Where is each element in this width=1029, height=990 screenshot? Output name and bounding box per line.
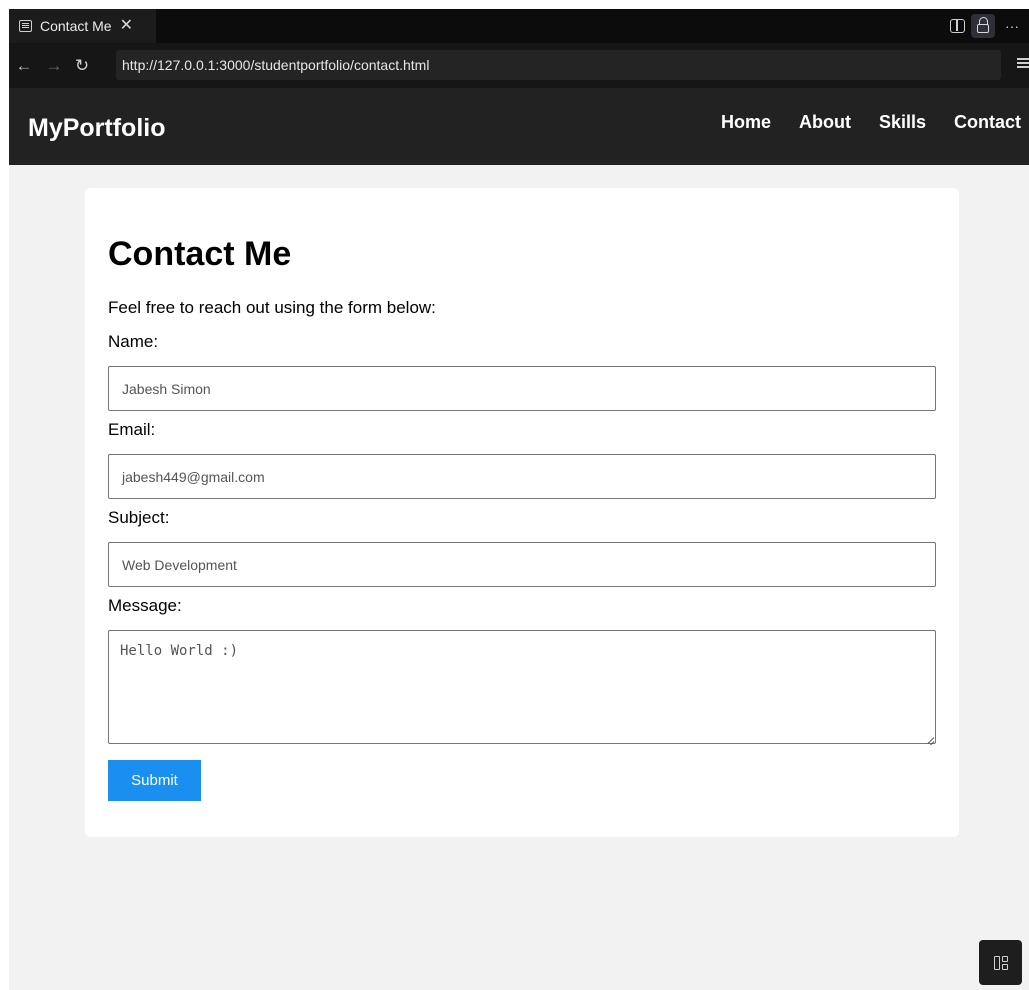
message-label: Message: (108, 596, 182, 615)
address-toolbar: ← → ↻ http://127.0.0.1:3000/studentportf… (9, 43, 1029, 88)
resize-handle-icon[interactable] (925, 733, 934, 742)
site-logo[interactable]: MyPortfolio (28, 114, 166, 143)
site-header: MyPortfolio Home About Skills Contact (9, 88, 1029, 165)
more-icon[interactable]: ··· (1001, 18, 1023, 34)
nav-contact-link[interactable]: Contact (954, 112, 1021, 133)
message-text: Hello World :) (120, 643, 239, 659)
nav-about-link[interactable]: About (799, 112, 851, 133)
lock-button[interactable] (971, 14, 995, 38)
message-textarea[interactable]: Hello World :) (108, 630, 936, 744)
tab-contact[interactable]: Contact Me ✕ (9, 9, 156, 43)
tab-bar: Contact Me ✕ ··· (9, 9, 1029, 43)
page-icon (19, 20, 32, 32)
tab-title: Contact Me (40, 18, 112, 34)
name-input[interactable]: Jabesh Simon (108, 366, 936, 411)
reload-icon[interactable]: ↻ (69, 56, 95, 76)
email-label: Email: (108, 420, 156, 439)
layout-icon (993, 955, 1008, 970)
name-label: Name: (108, 332, 159, 351)
split-view-icon[interactable] (950, 19, 965, 33)
site-nav: Home About Skills Contact (693, 112, 1029, 133)
nav-skills-link[interactable]: Skills (879, 112, 926, 133)
browser-window: Contact Me ✕ ··· ← → ↻ http://127.0.0.1:… (9, 9, 1029, 990)
layout-widget-button[interactable] (979, 940, 1022, 985)
subject-input[interactable]: Web Development (108, 542, 936, 587)
close-icon[interactable]: ✕ (120, 18, 133, 34)
url-input[interactable]: http://127.0.0.1:3000/studentportfolio/c… (116, 50, 1001, 80)
lock-icon (977, 17, 989, 33)
tab-actions: ··· (950, 9, 1029, 43)
submit-button[interactable]: Submit (108, 760, 201, 801)
subject-label: Subject: (108, 508, 170, 527)
back-icon[interactable]: ← (9, 56, 39, 76)
menu-icon[interactable] (1017, 58, 1029, 68)
nav-home-link[interactable]: Home (721, 112, 771, 133)
forward-icon[interactable]: → (39, 56, 69, 76)
contact-card: Contact Me Feel free to reach out using … (85, 188, 959, 837)
email-input[interactable]: jabesh449@gmail.com (108, 454, 936, 499)
intro-text: Feel free to reach out using the form be… (108, 298, 436, 317)
page-title: Contact Me (108, 235, 292, 273)
